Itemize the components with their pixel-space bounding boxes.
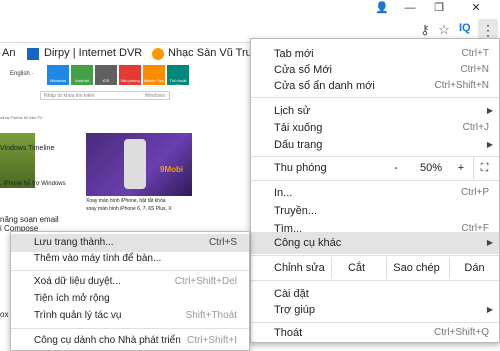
key-icon[interactable]: ⚷ (417, 22, 433, 38)
menu-item-exit[interactable]: Thoát Ctrl+Shift+Q (251, 322, 499, 344)
article-title[interactable]: xoay màn hình iPhone 6, 7, 6S Plus, X (86, 206, 172, 212)
submenu-item-developer-tools[interactable]: Công cụ dành cho Nhà phát triển Ctrl+Shif… (11, 332, 249, 350)
bookmark-item[interactable]: An (2, 47, 15, 59)
phone-graphic (124, 139, 146, 189)
menu-divider (11, 270, 249, 271)
title-bar: 👤 — ❐ ✕ (0, 0, 500, 17)
menu-item-bookmarks[interactable]: Dấu trang ▶ (251, 134, 499, 156)
article-title[interactable]: ox (0, 310, 8, 319)
submenu-item-add-to-desktop[interactable]: Thêm vào máy tính để bàn... (11, 250, 249, 268)
menu-item-more-tools[interactable]: Công cụ khác ▶ (251, 232, 499, 254)
bookmark-favicon-icon (27, 48, 39, 60)
submenu-item-clear-browsing-data[interactable]: Xoá dữ liệu duyệt... Ctrl+Shift+Del (11, 273, 249, 291)
menu-item-incognito-window[interactable]: Cửa sổ ẩn danh mới Ctrl+Shift+N (251, 75, 499, 97)
submenu-item-task-manager[interactable]: Trình quản lý tác vụ Shift+Thoát (11, 307, 249, 325)
cut-button[interactable]: Cắt (331, 257, 381, 279)
article-thumbnail[interactable] (0, 133, 35, 188)
bookmark-favicon-icon (152, 48, 164, 60)
search-placeholder: Nhập từ khóa tìm kiếm (44, 93, 95, 99)
zoom-in-button[interactable]: + (451, 157, 471, 179)
category-tile[interactable]: Android (71, 65, 93, 85)
more-tools-submenu: Lưu trang thành... Ctrl+S Thêm vào máy tí… (10, 231, 250, 351)
bookmark-star-icon[interactable]: ☆ (436, 22, 452, 38)
fullscreen-icon[interactable]: ⛶ (473, 157, 495, 179)
account-icon[interactable]: 👤 (372, 0, 392, 17)
copy-button[interactable]: Sao chép (386, 257, 446, 279)
site-search-input[interactable]: Nhập từ khóa tìm kiếm Windows (40, 91, 170, 100)
menu-divider (11, 328, 249, 329)
article-title[interactable]: Xoay màn hình iPhone, bật tắt khóa (86, 198, 166, 204)
maximize-button[interactable]: ❐ (429, 0, 449, 17)
article-heading[interactable]: cả lại Firefox 60 trên PC (0, 115, 43, 120)
language-selector[interactable]: English · (10, 71, 33, 77)
menu-divider (251, 255, 499, 256)
submenu-item-extensions[interactable]: Tiện ích mở rộng (11, 290, 249, 308)
menu-item-edit: Chỉnh sửa Cắt Sao chép Dán (251, 257, 499, 279)
paste-button[interactable]: Dán (449, 257, 499, 279)
brand-watermark: 9Mobi (160, 165, 184, 174)
article-title[interactable]: Vindows Timeline (0, 145, 54, 152)
article-title[interactable]: , iPhone hỗ trợ Windows (0, 181, 66, 187)
category-tile[interactable]: Windows (47, 65, 69, 85)
minimize-button[interactable]: — (400, 0, 420, 17)
bookmark-item[interactable]: Dirpy | Internet DVR (44, 47, 142, 59)
menu-divider (251, 97, 499, 98)
category-tile[interactable]: Thủ thuật PC (167, 65, 189, 88)
chrome-main-menu: Tab mới Ctrl+T Cửa sổ Mới Ctrl+N Cửa sổ ẩn… (250, 38, 500, 343)
category-tile[interactable]: iOS (95, 65, 117, 85)
menu-item-help[interactable]: Trợ giúp ▶ (251, 299, 499, 321)
menu-divider (251, 180, 499, 181)
close-button[interactable]: ✕ (466, 0, 486, 17)
search-category-select[interactable]: Windows (145, 92, 165, 100)
menu-divider (251, 280, 499, 281)
category-tile[interactable]: Văn phòng (119, 65, 141, 85)
menu-item-zoom: Thu phóng - 50% + ⛶ (251, 157, 499, 179)
zoom-level: 50% (419, 162, 443, 174)
zoom-out-button[interactable]: - (381, 157, 411, 179)
extension-iq-button[interactable]: IQ (459, 22, 471, 34)
article-title[interactable]: năng soạn email (0, 215, 59, 224)
category-tile[interactable]: Mobile Tips (143, 65, 165, 85)
